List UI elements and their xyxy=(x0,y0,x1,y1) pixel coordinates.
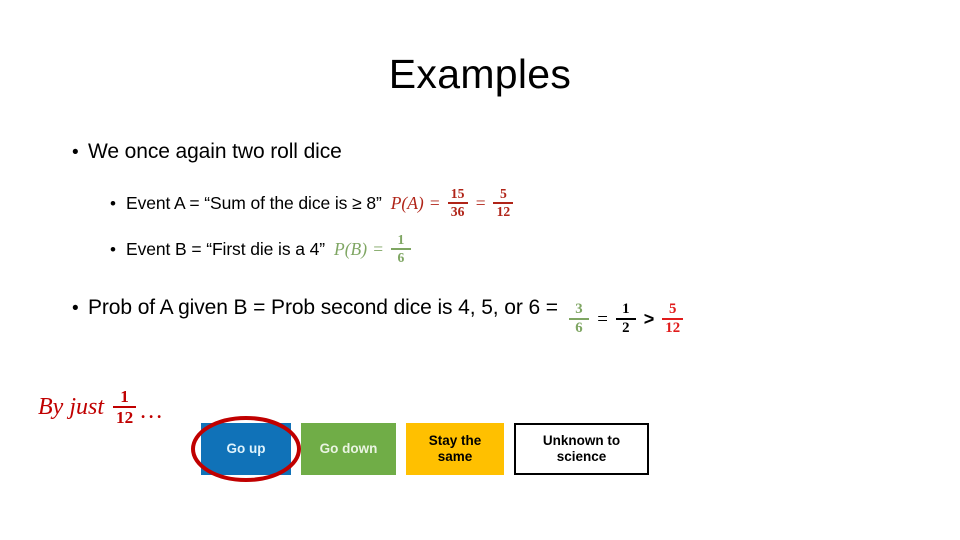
bullet-item-1: • We once again two roll dice xyxy=(0,140,960,164)
page-title: Examples xyxy=(388,51,572,97)
conclusion-ellipsis: … xyxy=(139,397,165,424)
fraction-numerator: 5 xyxy=(499,186,507,201)
fraction-numerator: 1 xyxy=(120,387,129,406)
bullet-item-4: • Prob of A given B = Prob second dice i… xyxy=(0,296,960,337)
equation-p-b: P(B) = 1 6 xyxy=(334,231,413,266)
bullet-text-3: Event B = “First die is a 4” xyxy=(126,239,326,260)
fraction-5-12: 5 12 xyxy=(493,186,514,219)
fraction-1-6: 1 6 xyxy=(390,231,411,265)
equals-sign: = xyxy=(428,193,441,214)
bullet-marker-icon: • xyxy=(72,142,79,163)
fraction-3-6: 3 6 xyxy=(568,300,589,336)
choice-button-stay-the-same[interactable]: Stay the same xyxy=(406,423,504,475)
fraction-denominator: 12 xyxy=(496,203,511,219)
choice-button-go-up[interactable]: Go up xyxy=(201,423,291,475)
equation-p-a: P(A) = 15 36 = 5 12 xyxy=(390,186,516,220)
fraction-5-12-compare: 5 12 xyxy=(662,300,684,336)
fraction-denominator: 6 xyxy=(575,319,583,336)
bullet-text-2: Event A = “Sum of the dice is ≥ 8” xyxy=(126,193,382,214)
choice-button-unknown-to-science[interactable]: Unknown to science xyxy=(514,423,649,475)
bullet-text-4: Prob of A given B = Prob second dice is … xyxy=(88,295,558,319)
fraction-denominator: 36 xyxy=(450,203,465,219)
fraction-numerator: 5 xyxy=(669,300,677,317)
fraction-numerator: 15 xyxy=(450,186,465,201)
slide-body: • We once again two roll dice • Event A … xyxy=(0,140,960,337)
greater-than-sign: > xyxy=(643,309,655,330)
bullet-item-2: • Event A = “Sum of the dice is ≥ 8” P(A… xyxy=(0,186,960,220)
bullet-marker-icon: • xyxy=(72,297,79,319)
fraction-denominator: 6 xyxy=(397,249,405,265)
fraction-numerator: 1 xyxy=(622,300,630,317)
bullet-marker-icon: • xyxy=(110,194,116,214)
equals-sign: = xyxy=(372,239,384,260)
choice-button-go-down[interactable]: Go down xyxy=(301,423,396,475)
conclusion-text: By just 1 12 … xyxy=(38,387,165,428)
equation-lhs: P(A) xyxy=(390,193,424,214)
fraction-denominator: 2 xyxy=(622,319,630,336)
equals-sign: = xyxy=(474,193,487,214)
conclusion-lead: By just xyxy=(38,393,104,420)
equals-sign: = xyxy=(595,308,609,330)
bullet-marker-icon: • xyxy=(110,240,116,260)
fraction-15-36: 15 36 xyxy=(447,186,468,219)
fraction-denominator: 12 xyxy=(665,319,681,336)
fraction-numerator: 1 xyxy=(397,231,405,247)
fraction-1-2: 1 2 xyxy=(615,300,636,336)
fraction-1-12: 1 12 xyxy=(113,387,137,428)
equation-lhs: P(B) xyxy=(334,239,368,260)
equation-conditional: 3 6 = 1 2 > 5 12 xyxy=(567,300,685,337)
bullet-item-3: • Event B = “First die is a 4” P(B) = 1 … xyxy=(0,231,960,266)
bullet-text-1: We once again two roll dice xyxy=(88,140,342,163)
fraction-numerator: 3 xyxy=(575,300,583,317)
fraction-denominator: 12 xyxy=(116,408,134,428)
choice-buttons-row: Go up Go down Stay the same Unknown to s… xyxy=(201,423,649,475)
